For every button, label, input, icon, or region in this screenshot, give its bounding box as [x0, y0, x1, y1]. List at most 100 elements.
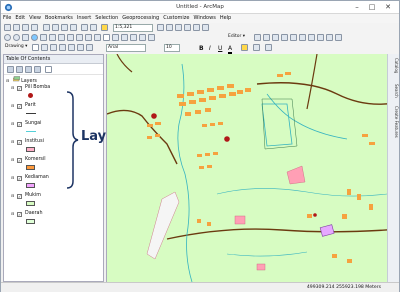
attributes-icon[interactable] [317, 34, 324, 41]
layer-item[interactable]: ⊟ ✓ Kediaman [4, 175, 104, 192]
redo-icon[interactable] [90, 24, 97, 31]
collapse-icon[interactable]: ⊟ [11, 193, 14, 199]
save-icon[interactable] [22, 24, 29, 31]
cut-icon[interactable] [43, 24, 50, 31]
select-features-icon[interactable] [76, 34, 83, 41]
collapse-icon[interactable]: ⊟ [11, 211, 14, 217]
zoom-in-icon[interactable] [4, 34, 11, 41]
layer-item[interactable]: ⊟ ✓ Parit [4, 103, 104, 120]
collapse-icon[interactable]: ⊟ [11, 175, 14, 181]
layer-visibility-checkbox[interactable]: ✓ [17, 139, 22, 145]
layer-visibility-checkbox[interactable]: ✓ [17, 121, 22, 127]
new-icon[interactable] [4, 24, 11, 31]
zoom-out-icon[interactable] [13, 34, 20, 41]
layer-visibility-checkbox[interactable]: ✓ [17, 211, 22, 217]
list-by-visibility-icon[interactable] [25, 66, 32, 73]
point-icon[interactable] [290, 34, 297, 41]
full-extent-icon[interactable] [31, 34, 38, 41]
list-by-drawing-order-icon[interactable] [7, 66, 14, 73]
collapse-icon[interactable]: ⊟ [6, 78, 11, 84]
measure-icon[interactable] [121, 34, 128, 41]
open-icon[interactable] [13, 24, 20, 31]
text-icon[interactable] [59, 44, 66, 51]
layer-visibility-checkbox[interactable]: ✓ [17, 175, 22, 181]
python-icon[interactable] [202, 24, 209, 31]
font-color-button[interactable]: A [228, 45, 233, 54]
line-color-icon[interactable] [253, 44, 260, 51]
underline-button[interactable]: U [218, 45, 222, 52]
layers-group[interactable]: ⊟ Layers [6, 76, 37, 85]
add-data-icon[interactable] [101, 24, 108, 31]
layer-item[interactable]: ⊟ ✓ Mukim [4, 193, 104, 210]
edit-annotation-icon[interactable] [263, 34, 270, 41]
search-tab[interactable]: Search [389, 84, 399, 98]
menu-windows[interactable]: Windows [191, 14, 217, 23]
close-button[interactable]: ✕ [382, 2, 394, 12]
circle-icon[interactable] [86, 44, 93, 51]
arctoolbox-icon[interactable] [193, 24, 200, 31]
toc-icon[interactable] [166, 24, 173, 31]
pan-icon[interactable] [22, 34, 29, 41]
forward-icon[interactable] [67, 34, 74, 41]
select-elements-icon[interactable] [94, 34, 101, 41]
fill-icon[interactable] [77, 44, 84, 51]
menu-geoprocessing[interactable]: Geoprocessing [120, 14, 161, 23]
paste-icon[interactable] [61, 24, 68, 31]
scale-combo[interactable]: 1:5,321 [113, 24, 153, 32]
marker-color-icon[interactable] [265, 44, 272, 51]
options-icon[interactable] [45, 66, 52, 73]
fixed-zoom-in-icon[interactable] [40, 34, 47, 41]
map-canvas[interactable] [107, 54, 399, 282]
menu-view[interactable]: View [27, 14, 43, 23]
line-icon[interactable] [68, 44, 75, 51]
find-icon[interactable] [112, 34, 119, 41]
html-popup-icon[interactable] [139, 34, 146, 41]
select-pointer-icon[interactable] [32, 44, 39, 51]
catalog-icon[interactable] [175, 24, 182, 31]
trace-icon[interactable] [281, 34, 288, 41]
time-slider-icon[interactable] [148, 34, 155, 41]
hyperlink-icon[interactable] [130, 34, 137, 41]
fill-color-icon[interactable] [241, 44, 248, 51]
layer-visibility-checkbox[interactable]: ✓ [17, 85, 22, 91]
editor-toolbar-icon[interactable] [157, 24, 164, 31]
menu-selection[interactable]: Selection [93, 14, 120, 23]
menu-help[interactable]: Help [218, 14, 233, 23]
clear-selection-icon[interactable] [85, 34, 92, 41]
menu-customize[interactable]: Customize [161, 14, 191, 23]
maximize-button[interactable]: □ [366, 2, 378, 12]
menu-insert[interactable]: Insert [75, 14, 93, 23]
delete-icon[interactable] [70, 24, 77, 31]
rotate-element-icon[interactable] [41, 44, 48, 51]
undo-icon[interactable] [81, 24, 88, 31]
collapse-icon[interactable]: ⊟ [11, 103, 14, 109]
straight-segment-icon[interactable] [272, 34, 279, 41]
collapse-icon[interactable]: ⊟ [11, 157, 14, 163]
font-name-combo[interactable]: Arial [106, 44, 146, 52]
rectangle-icon[interactable] [50, 44, 57, 51]
catalog-tab[interactable]: Catalog [389, 58, 399, 73]
back-icon[interactable] [58, 34, 65, 41]
split-icon[interactable] [299, 34, 306, 41]
edit-tool-icon[interactable] [254, 34, 261, 41]
menu-edit[interactable]: Edit [13, 14, 27, 23]
print-icon[interactable] [31, 24, 38, 31]
create-features-tab[interactable]: Create Features [389, 106, 399, 138]
search-icon[interactable] [184, 24, 191, 31]
sketch-properties-icon[interactable] [326, 34, 333, 41]
collapse-icon[interactable]: ⊟ [11, 121, 14, 127]
map-view[interactable] [106, 54, 399, 282]
layer-item[interactable]: ⊟ ✓ Pill Bomba [4, 85, 104, 102]
create-features-icon[interactable] [335, 34, 342, 41]
rotate-icon[interactable] [308, 34, 315, 41]
minimize-button[interactable]: – [351, 2, 363, 12]
menu-file[interactable]: File [1, 14, 13, 23]
copy-icon[interactable] [52, 24, 59, 31]
list-by-source-icon[interactable] [16, 66, 23, 73]
font-size-combo[interactable]: 10 [164, 44, 180, 52]
menu-bookmarks[interactable]: Bookmarks [43, 14, 75, 23]
layer-item[interactable]: ⊟ ✓ Daerah [4, 211, 104, 228]
list-by-selection-icon[interactable] [34, 66, 41, 73]
drawing-menu[interactable]: Drawing ▾ [4, 44, 30, 52]
identify-icon[interactable] [103, 34, 110, 41]
